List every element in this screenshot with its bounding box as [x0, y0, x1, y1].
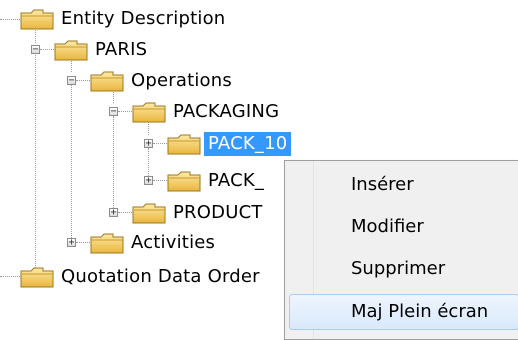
folder-icon	[20, 8, 54, 30]
tree-node-packaging[interactable]: PACKAGING	[132, 99, 283, 125]
tree-node-activities[interactable]: Activities	[90, 230, 219, 256]
folder-icon	[90, 70, 124, 92]
tree-node-label: PRODUCT	[173, 202, 263, 223]
menu-item-modifier[interactable]: Modifier	[289, 209, 518, 245]
expand-toggle[interactable]: +	[109, 208, 118, 218]
tree-node-label: Quotation Data Order	[61, 266, 260, 287]
folder-icon	[167, 170, 201, 192]
tree-connector	[0, 276, 22, 277]
expand-toggle[interactable]: +	[67, 238, 76, 248]
folder-icon	[132, 101, 166, 123]
tree-connector	[153, 143, 167, 144]
tree-node-label: Activities	[131, 232, 216, 253]
tree-connector	[76, 80, 90, 81]
tree-node-label: PACK_	[208, 170, 265, 191]
folder-icon	[54, 39, 88, 61]
tree-node-entity-description[interactable]: Entity Description	[20, 6, 229, 32]
folder-icon	[167, 133, 201, 155]
collapse-toggle[interactable]: −	[67, 76, 76, 86]
menu-item-supprimer[interactable]: Supprimer	[289, 251, 518, 287]
tree-connector	[0, 19, 22, 20]
menu-item-inserer[interactable]: Insérer	[289, 167, 518, 203]
folder-icon	[132, 202, 166, 224]
tree-connector	[118, 212, 132, 213]
tree-connector	[40, 49, 54, 50]
tree-connector	[35, 55, 36, 276]
context-menu: Insérer Modifier Supprimer Maj Plein écr…	[284, 160, 518, 340]
tree-node-pack[interactable]: PACK_	[167, 168, 268, 194]
tree-connector	[153, 180, 167, 181]
tree-connector	[113, 116, 114, 212]
collapse-toggle[interactable]: −	[31, 45, 40, 55]
menu-item-maj-plein-ecran[interactable]: Maj Plein écran	[289, 294, 518, 330]
folder-icon	[90, 232, 124, 254]
tree-node-label: Entity Description	[61, 8, 226, 29]
expand-toggle[interactable]: +	[144, 139, 153, 149]
tree-node-operations[interactable]: Operations	[90, 68, 236, 94]
tree-node-paris[interactable]: PARIS	[54, 37, 151, 63]
tree-connector	[118, 111, 132, 112]
tree-node-label: Operations	[131, 70, 232, 91]
tree-node-label: PACK_10	[204, 132, 292, 156]
tree-node-label: PARIS	[95, 39, 148, 60]
tree-node-label: PACKAGING	[173, 101, 280, 122]
tree-connector	[148, 148, 149, 176]
folder-icon	[20, 266, 54, 288]
tree-node-product[interactable]: PRODUCT	[132, 200, 267, 226]
tree-node-quotation-data-order[interactable]: Quotation Data Order	[20, 264, 264, 290]
collapse-toggle[interactable]: −	[109, 107, 118, 117]
tree-connector	[76, 242, 90, 243]
tree-connector	[71, 85, 72, 242]
tree-node-pack-10[interactable]: PACK_10	[167, 131, 292, 157]
expand-toggle[interactable]: +	[144, 176, 153, 186]
